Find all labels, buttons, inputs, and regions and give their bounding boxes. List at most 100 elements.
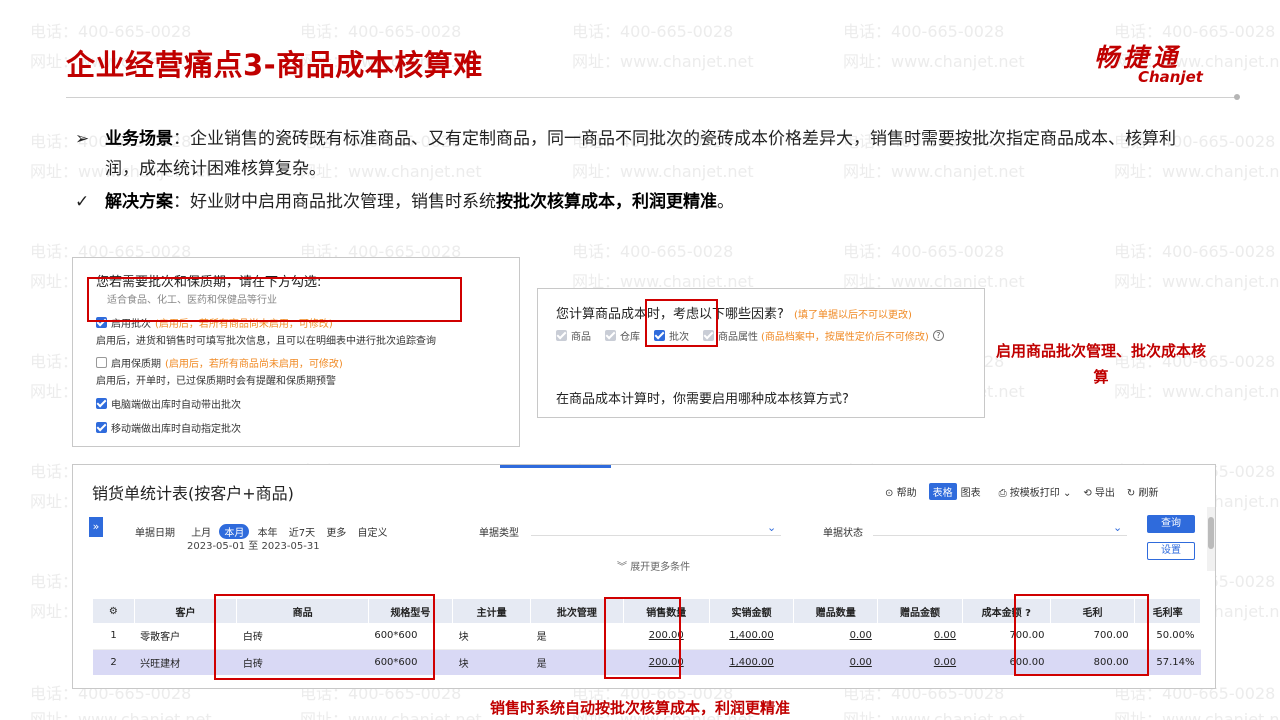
doc-status-label: 单据状态 bbox=[823, 528, 863, 539]
print-button[interactable]: ⎙ 按模板打印 ⌄ bbox=[999, 484, 1072, 499]
highlight-sales-qty bbox=[604, 597, 681, 679]
watermark-site: 网址：www.chanjet.net bbox=[843, 710, 1025, 720]
logo-en: Chanjet bbox=[1138, 68, 1203, 86]
factor-warehouse-option[interactable]: 仓库 bbox=[605, 328, 640, 343]
col-header[interactable]: 赠品金额 bbox=[877, 599, 963, 623]
enable-shelf-life-checkbox[interactable] bbox=[96, 357, 107, 368]
factor-goods-option[interactable]: 商品 bbox=[556, 328, 591, 343]
cell-no: 2 bbox=[93, 649, 135, 675]
help-label: 帮助 bbox=[896, 488, 917, 499]
watermark-phone: 电话：400-665-0028 bbox=[30, 22, 192, 41]
watermark-site: 网址：www.chanjet.net bbox=[1114, 272, 1280, 291]
bullet-scene: ➢ 业务场景：企业销售的瓷砖既有标准商品、又有定制商品，同一商品不同批次的瓷砖成… bbox=[75, 124, 1205, 184]
enable-shelf-life-option[interactable]: 启用保质期 (启用后，若所有商品尚未启用，可修改) bbox=[96, 355, 343, 370]
factor-attr-label: 商品属性 bbox=[718, 332, 758, 343]
watermark-phone: 电话：400-665-0028 bbox=[572, 242, 734, 261]
enable-shelf-life-note: (启用后，若所有商品尚未启用，可修改) bbox=[165, 359, 343, 370]
scrollbar-thumb[interactable] bbox=[1208, 517, 1214, 549]
pc-auto-batch-option[interactable]: 电脑端做出库时自动带出批次 bbox=[96, 396, 241, 411]
doc-type-label: 单据类型 bbox=[479, 528, 519, 539]
filter-scrollbar[interactable] bbox=[1207, 507, 1215, 571]
help-icon: ⊙ bbox=[885, 488, 894, 499]
date-filter-label: 单据日期 bbox=[135, 528, 175, 539]
view-chart-button[interactable]: 图表 bbox=[957, 483, 985, 500]
watermark-site: 网址：www.chanjet.net bbox=[843, 52, 1025, 71]
bullet-solution: ✓ 解决方案：好业财中启用商品批次管理，销售时系统按批次核算成本，利润更精准。 bbox=[75, 189, 734, 215]
watermark-phone: 电话：400-665-0028 bbox=[843, 242, 1005, 261]
doc-type-select[interactable] bbox=[531, 535, 781, 536]
help-circle-icon[interactable]: ? bbox=[932, 330, 944, 341]
header-divider bbox=[66, 97, 1238, 98]
print-label: 按模板打印 bbox=[1009, 488, 1060, 499]
report-title: 销货单统计表(按客户+商品) bbox=[92, 484, 294, 503]
gear-icon[interactable]: ⚙ bbox=[109, 606, 118, 617]
cell-gift-amt[interactable]: 0.00 bbox=[877, 649, 963, 675]
pc-auto-batch-label: 电脑端做出库时自动带出批次 bbox=[111, 400, 241, 411]
factor-warehouse-checkbox[interactable] bbox=[605, 330, 616, 341]
factor-goods-checkbox[interactable] bbox=[556, 330, 567, 341]
pc-auto-batch-checkbox[interactable] bbox=[96, 398, 107, 409]
cost-factors-question: 您计算商品成本时，考虑以下哪些因素? (填了单据以后不可以更改) bbox=[556, 303, 912, 322]
chevron-down-icon: ⌄ bbox=[1062, 488, 1072, 499]
cell-gift-amt[interactable]: 0.00 bbox=[877, 623, 963, 650]
cell-amount[interactable]: 1,400.00 bbox=[709, 623, 794, 650]
solution-strong: 按批次核算成本，利润更精准 bbox=[496, 192, 717, 212]
scene-label: 业务场景 bbox=[105, 129, 173, 149]
factor-warehouse-label: 仓库 bbox=[620, 332, 640, 343]
refresh-button[interactable]: ↻ 刷新 bbox=[1127, 484, 1159, 499]
export-label: 导出 bbox=[1094, 488, 1115, 499]
active-tab-indicator bbox=[500, 465, 611, 468]
chevron-down-icon[interactable]: ⌄ bbox=[767, 521, 776, 534]
cell-gift-qty[interactable]: 0.00 bbox=[793, 623, 878, 650]
solution-end: 。 bbox=[717, 192, 734, 212]
export-icon: ⟲ bbox=[1083, 488, 1092, 499]
mobile-auto-batch-option[interactable]: 移动端做出库时自动指定批次 bbox=[96, 420, 241, 435]
refresh-icon: ↻ bbox=[1126, 488, 1136, 499]
help-button[interactable]: ⊙ 帮助 bbox=[885, 484, 917, 499]
watermark-phone: 电话：400-665-0028 bbox=[572, 22, 734, 41]
date-option[interactable]: 自定义 bbox=[355, 524, 391, 539]
expand-sidebar-button[interactable]: » bbox=[89, 517, 103, 537]
col-header[interactable]: 实销金额 bbox=[709, 599, 795, 623]
col-header[interactable]: 赠品数量 bbox=[793, 599, 879, 623]
enable-shelf-life-label: 启用保质期 bbox=[111, 359, 161, 370]
doc-status-select[interactable] bbox=[873, 535, 1127, 536]
page-title: 企业经营痛点3-商品成本核算难 bbox=[66, 48, 483, 82]
expand-conditions-link[interactable]: ︾ 展开更多条件 bbox=[617, 558, 690, 573]
mobile-auto-batch-checkbox[interactable] bbox=[96, 422, 107, 433]
highlight-profit bbox=[1014, 594, 1149, 676]
cost-factors-note: (填了单据以后不可以更改) bbox=[794, 310, 912, 321]
settings-button[interactable]: 设置 bbox=[1147, 542, 1195, 560]
factor-attr-note: (商品档案中，按属性定价后不可修改) bbox=[761, 332, 929, 343]
header-divider-dot bbox=[1234, 94, 1240, 100]
cell-gift-qty[interactable]: 0.00 bbox=[793, 649, 878, 675]
col-header[interactable]: 主计量 bbox=[452, 599, 532, 623]
watermark-site: 网址：www.chanjet.net bbox=[300, 710, 482, 720]
date-option[interactable]: 更多 bbox=[323, 524, 349, 539]
column-settings-header[interactable]: ⚙ bbox=[93, 599, 135, 623]
date-range: 2023-05-01 至 2023-05-31 bbox=[187, 541, 320, 552]
cell-no: 1 bbox=[93, 623, 135, 650]
factor-attr-option[interactable]: 商品属性 (商品档案中，按属性定价后不可修改)? bbox=[703, 328, 944, 343]
cell-amount[interactable]: 1,400.00 bbox=[709, 649, 794, 675]
view-toggle: 表格 图表 bbox=[928, 483, 985, 500]
watermark-site: 网址：www.chanjet.net bbox=[1114, 710, 1280, 720]
query-button[interactable]: 查询 bbox=[1147, 515, 1195, 533]
cell-unit: 块 bbox=[452, 649, 531, 675]
watermark-phone: 电话：400-665-0028 bbox=[1114, 242, 1276, 261]
bullet-solution-text: 解决方案：好业财中启用商品批次管理，销售时系统按批次核算成本，利润更精准。 bbox=[75, 192, 734, 212]
watermark-phone: 电话：400-665-0028 bbox=[300, 22, 462, 41]
refresh-label: 刷新 bbox=[1138, 488, 1159, 499]
callout-batch-cost: 启用商品批次管理、批次成本核算 bbox=[995, 342, 1206, 386]
view-table-button[interactable]: 表格 bbox=[928, 483, 957, 500]
expand-conditions-label: 展开更多条件 bbox=[630, 562, 691, 573]
chevron-down-icon[interactable]: ⌄ bbox=[1113, 521, 1122, 534]
solution-label: 解决方案 bbox=[105, 192, 173, 212]
cost-factor-options: 商品 仓库 批次 商品属性 (商品档案中，按属性定价后不可修改)? bbox=[556, 328, 958, 343]
export-button[interactable]: ⟲ 导出 bbox=[1083, 484, 1115, 499]
watermark-site: 网址：www.chanjet.net bbox=[30, 710, 212, 720]
double-chevron-down-icon: ︾ bbox=[617, 562, 627, 573]
factor-goods-label: 商品 bbox=[571, 332, 591, 343]
highlight-batch-factor bbox=[645, 299, 718, 347]
highlight-enable-batch bbox=[87, 277, 462, 322]
